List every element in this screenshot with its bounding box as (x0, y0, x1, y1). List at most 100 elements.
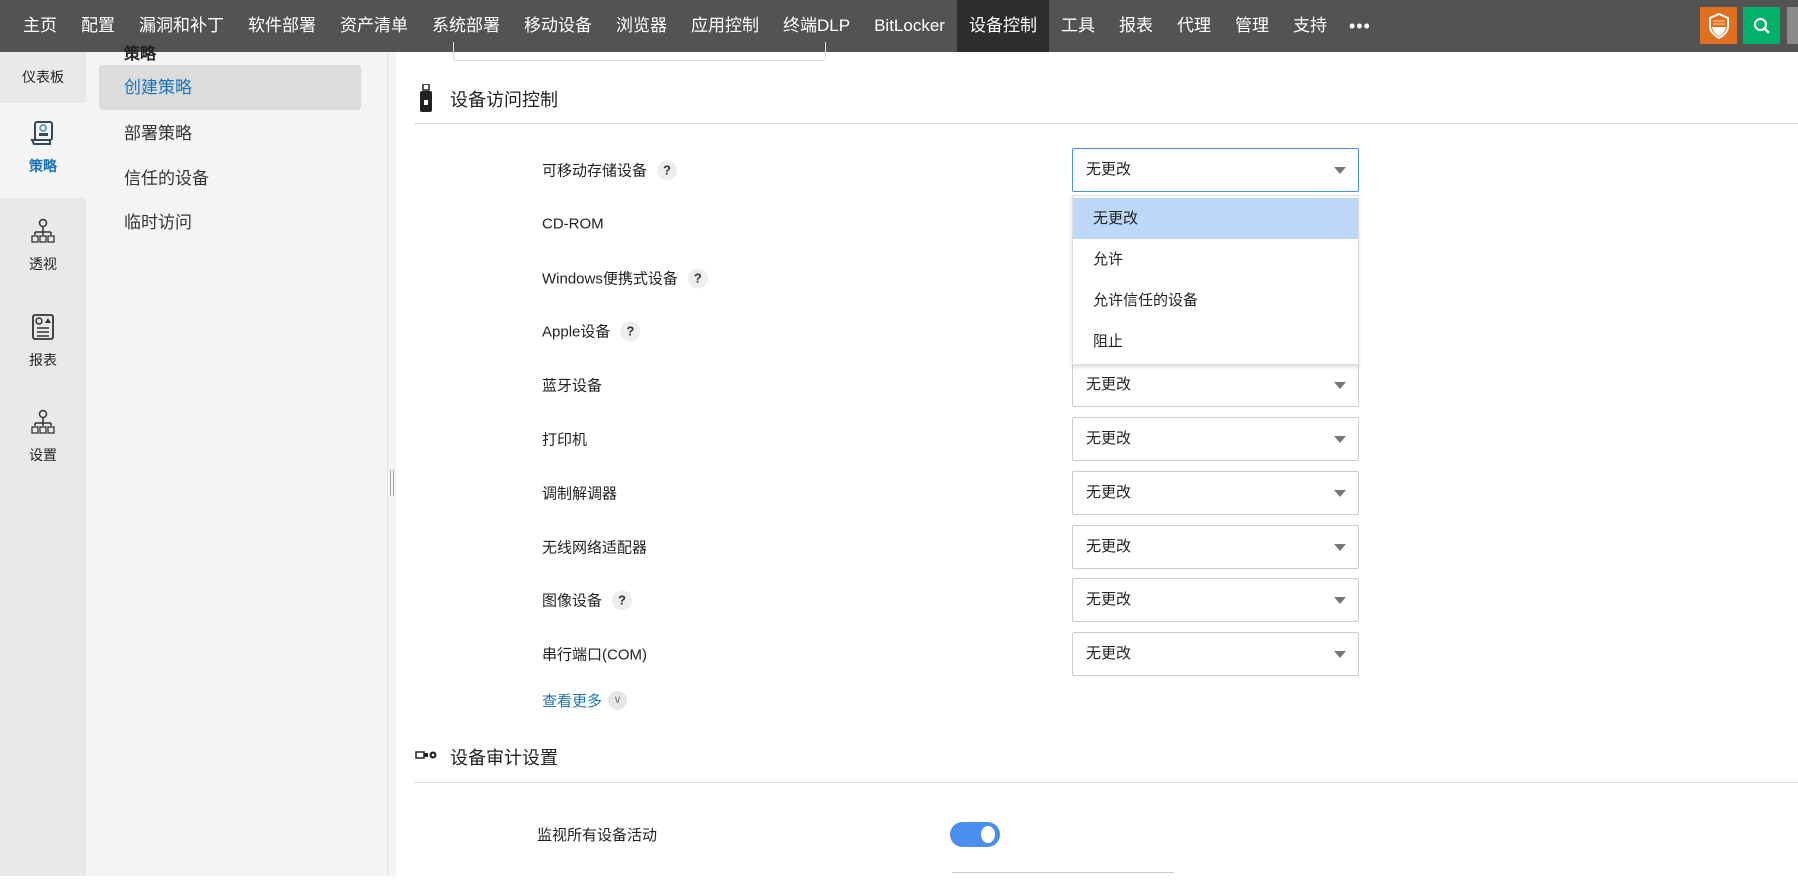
divider (414, 782, 1798, 783)
dropdown-menu: 无更改 允许 允许信任的设备 阻止 (1072, 195, 1359, 365)
policy-scroll-icon (30, 121, 53, 145)
device-access-select[interactable]: 无更改 (1072, 632, 1359, 676)
caret-down-icon (1334, 167, 1346, 174)
search-button[interactable] (1743, 7, 1780, 44)
device-access-select[interactable]: 无更改 (1072, 525, 1359, 569)
top-navigation: 主页 配置 漏洞和补丁 软件部署 资产清单 系统部署 移动设备 浏览器 应用控制 终端DLP Bit… (0, 0, 1798, 52)
nav-item[interactable]: 管理 (1223, 0, 1281, 52)
monitor-all-label: 监视所有设备活动 (537, 827, 658, 844)
device-name: 蓝牙设备 (542, 377, 603, 395)
select-value: 无更改 (1086, 591, 1132, 608)
shield-button[interactable] (1700, 7, 1737, 44)
divider (414, 123, 1798, 124)
help-icon[interactable]: ? (657, 160, 678, 180)
device-name: 串行端口(COM) (542, 646, 647, 664)
insight-hierarchy-icon (31, 218, 55, 243)
device-name: CD-ROM (542, 215, 604, 233)
nav-item[interactable]: 配置 (69, 0, 127, 52)
help-icon[interactable]: ? (612, 590, 633, 610)
policy-name-input[interactable] (453, 42, 826, 61)
main-content: 设备访问控制 可移动存储设备? 无更改 CD-ROM Windows便携式设备? App… (396, 42, 1798, 876)
rail-item-insight[interactable]: 透视 (0, 218, 86, 274)
device-access-select[interactable]: 无更改 (1072, 417, 1359, 461)
device-access-select[interactable]: 无更改 (1072, 471, 1359, 515)
left-rail: 仪表板 策略 透视 报表 设置 (0, 52, 86, 876)
usb-gear-icon (415, 751, 437, 759)
submenu-deploy-policy[interactable]: 部署策略 (99, 111, 361, 156)
rail-item-reports[interactable]: 报表 (0, 314, 86, 370)
panel-splitter[interactable] (387, 52, 396, 876)
rail-item-settings[interactable]: 设置 (0, 409, 86, 465)
submenu-trusted-devices[interactable]: 信任的设备 (99, 156, 361, 201)
caret-down-icon (1334, 436, 1346, 443)
see-more-label[interactable]: 查看更多 (542, 690, 602, 711)
select-value: 无更改 (1086, 645, 1132, 662)
device-name: 图像设备 (542, 592, 603, 610)
report-icon (32, 314, 54, 340)
select-value: 无更改 (1086, 484, 1132, 501)
rail-label: 透视 (29, 256, 57, 272)
device-row-label: Apple设备? (542, 321, 641, 342)
nav-item[interactable]: 代理 (1165, 0, 1223, 52)
monitor-all-toggle[interactable] (950, 822, 1000, 847)
nav-item[interactable]: 工具 (1049, 0, 1107, 52)
nav-item[interactable]: 资产清单 (328, 0, 420, 52)
device-row-label: 串行端口(COM) (542, 644, 647, 665)
caret-down-icon (1334, 382, 1346, 389)
usb-lock-icon (420, 84, 432, 112)
rail-label: 报表 (29, 352, 57, 368)
partial-select[interactable] (952, 872, 1174, 892)
dropdown-option[interactable]: 允许 (1073, 239, 1358, 280)
device-access-select[interactable]: 无更改 (1072, 363, 1359, 407)
select-value: 无更改 (1086, 430, 1132, 447)
help-icon[interactable]: ? (687, 268, 708, 288)
submenu-temporary-access[interactable]: 临时访问 (99, 200, 361, 245)
nav-item[interactable]: 设备控制 (956, 0, 1049, 52)
help-icon[interactable]: ? (620, 321, 641, 341)
device-row-label: 可移动存储设备? (542, 160, 678, 181)
device-name: 可移动存储设备 (542, 162, 648, 180)
caret-down-icon (1334, 597, 1346, 604)
submenu-create-policy[interactable]: 创建策略 (99, 65, 361, 110)
device-name: 打印机 (542, 431, 588, 449)
device-access-select[interactable]: 无更改 (1072, 578, 1359, 622)
settings-hierarchy-icon (31, 409, 55, 434)
policy-submenu: 策略 创建策略 部署策略 信任的设备 临时访问 (86, 46, 387, 876)
chevron-down-icon[interactable]: ∨ (608, 691, 628, 710)
device-row-label: 打印机 (542, 429, 587, 450)
submenu-heading: 策略 (124, 46, 157, 63)
caret-down-icon (1334, 651, 1346, 658)
dropdown-option[interactable]: 允许信任的设备 (1073, 280, 1358, 321)
nav-item[interactable]: BitLocker (862, 0, 957, 52)
rail-label: 策略 (29, 158, 57, 174)
user-menu-edge[interactable] (1787, 7, 1798, 44)
rail-label: 设置 (29, 447, 57, 463)
more-menu-icon[interactable]: ••• (1339, 0, 1381, 52)
device-row-label: 无线网络适配器 (542, 537, 647, 558)
nav-item[interactable]: 主页 (11, 0, 69, 52)
see-more-link[interactable]: 查看更多 ∨ (542, 690, 628, 711)
device-name: Windows便携式设备 (542, 270, 678, 288)
device-name: 调制解调器 (542, 485, 618, 503)
nav-item[interactable]: 报表 (1107, 0, 1165, 52)
nav-item[interactable]: 支持 (1281, 0, 1339, 52)
section-title-audit-settings: 设备审计设置 (450, 748, 558, 768)
dropdown-option[interactable]: 无更改 (1073, 198, 1358, 239)
device-access-select[interactable]: 无更改 (1072, 148, 1359, 192)
rail-item-policy[interactable]: 策略 (0, 103, 86, 198)
select-value: 无更改 (1086, 161, 1132, 178)
device-row-label: CD-ROM (542, 216, 604, 233)
rail-dashboard[interactable]: 仪表板 (0, 52, 86, 103)
caret-down-icon (1334, 544, 1346, 551)
nav-item[interactable]: 软件部署 (236, 0, 328, 52)
select-value: 无更改 (1086, 376, 1132, 393)
dropdown-option[interactable]: 阻止 (1073, 321, 1358, 362)
device-row-label: 图像设备? (542, 590, 633, 611)
device-row-label: Windows便携式设备? (542, 268, 708, 289)
section-title-access-control: 设备访问控制 (450, 90, 558, 110)
select-value: 无更改 (1086, 538, 1132, 555)
device-name: 无线网络适配器 (542, 539, 648, 557)
device-row-label: 调制解调器 (542, 483, 617, 504)
search-icon (1753, 17, 1770, 34)
shield-icon (1708, 12, 1729, 39)
